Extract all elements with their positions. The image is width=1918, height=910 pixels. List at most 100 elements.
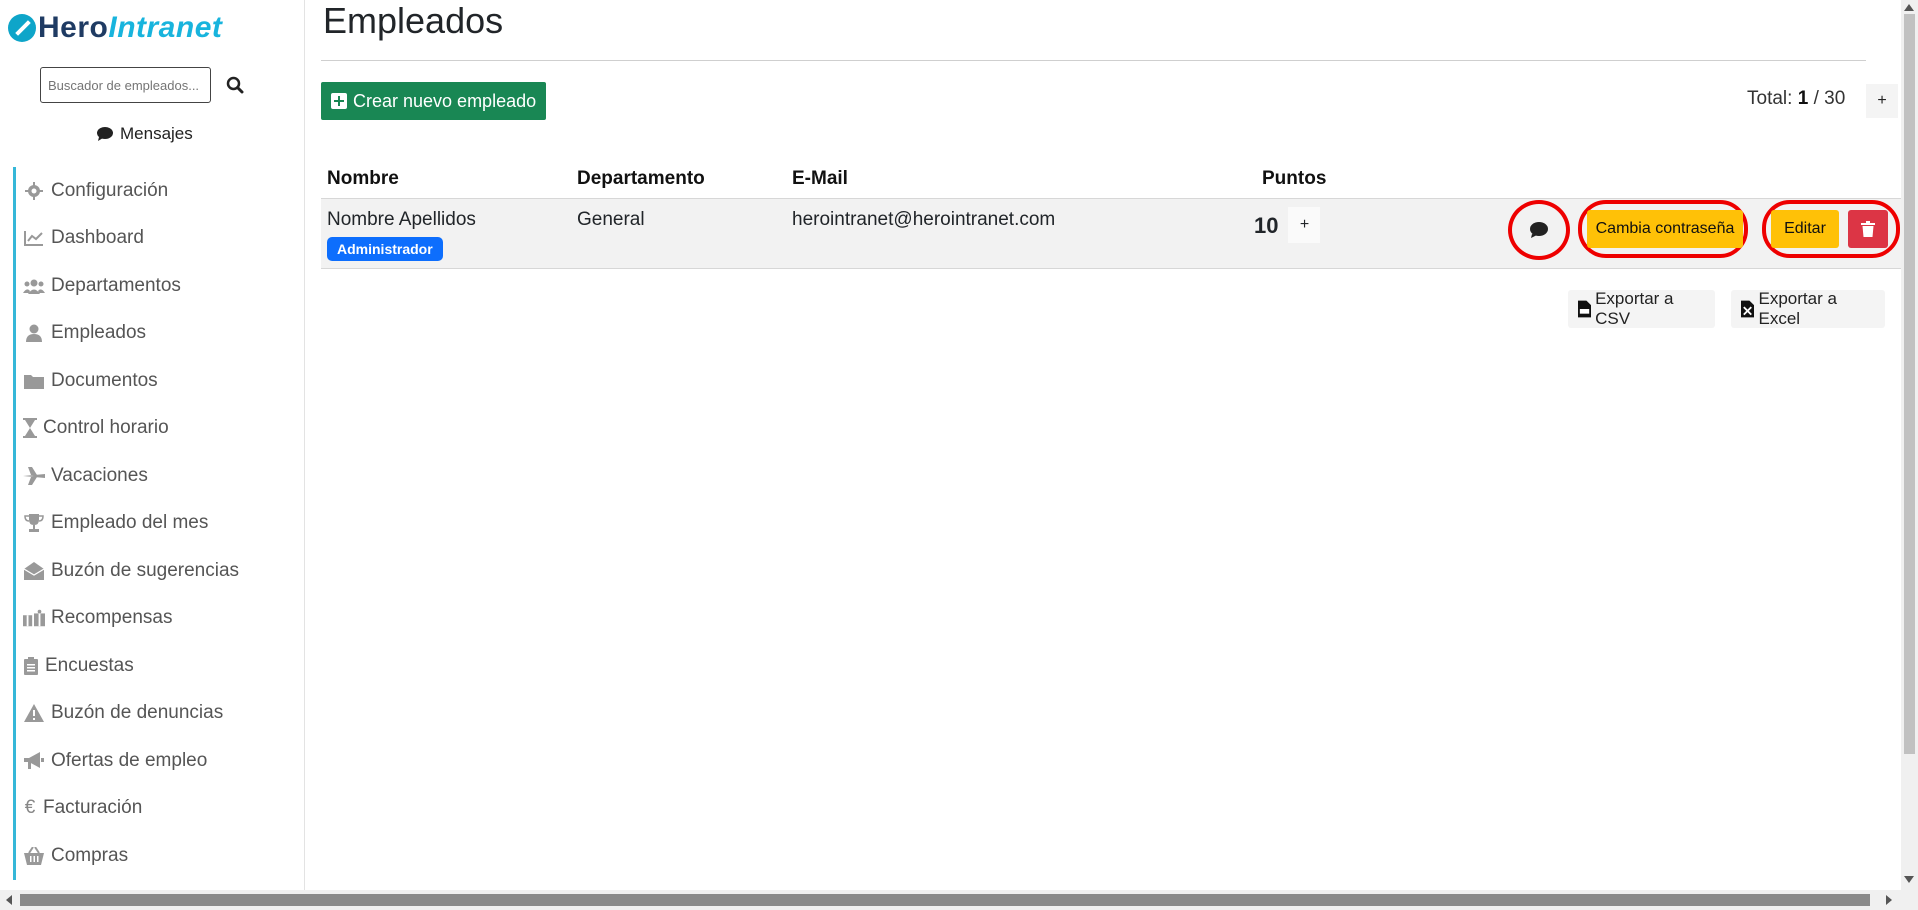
cell-name: Nombre Apellidos Administrador — [321, 198, 571, 269]
chat-bubble-icon — [1530, 222, 1548, 238]
create-employee-button[interactable]: Crear nuevo empleado — [321, 82, 547, 120]
employee-search — [40, 67, 253, 103]
sidebar-item-label: Encuestas — [45, 654, 134, 676]
create-employee-label: Crear nuevo empleado — [353, 90, 537, 111]
sidebar-item-vacaciones[interactable]: Vacaciones — [13, 452, 303, 500]
gear-icon — [23, 181, 45, 201]
trophy-icon — [23, 513, 45, 533]
sidebar-item-label: Dashboard — [51, 227, 144, 249]
scroll-right-icon[interactable] — [1886, 895, 1892, 905]
vertical-scrollbar[interactable] — [1901, 0, 1918, 890]
user-icon — [23, 323, 45, 343]
column-header-puntos: Puntos — [1256, 160, 1901, 199]
export-buttons: Exportar a CSV Exportar a Excel — [1568, 289, 1901, 328]
sidebar-item-control-horario[interactable]: Control horario — [13, 404, 303, 452]
sidebar-item-encuestas[interactable]: Encuestas — [13, 642, 303, 690]
export-csv-label: Exportar a CSV — [1595, 289, 1674, 328]
delete-button[interactable] — [1848, 210, 1888, 248]
sidebar-item-label: Departamentos — [51, 274, 181, 296]
total-current: 1 — [1797, 88, 1809, 109]
sidebar-item-label: Buzón de sugerencias — [51, 559, 240, 581]
sidebar-nav: Configuración Dashboard Departamentos Em… — [13, 167, 303, 880]
plus-square-icon — [331, 93, 347, 109]
messages-link[interactable]: Mensajes — [96, 124, 193, 144]
column-header-departamento: Departamento — [571, 160, 786, 199]
sidebar: Hero Intranet Mensajes — [0, 0, 305, 890]
sidebar-item-dashboard[interactable]: Dashboard — [13, 214, 303, 262]
envelope-open-icon — [23, 561, 45, 581]
sidebar-item-label: Empleado del mes — [51, 512, 209, 534]
megaphone-icon — [23, 751, 45, 771]
logo-text-intranet: Intranet — [108, 11, 223, 44]
search-button[interactable] — [217, 67, 253, 103]
sidebar-item-ofertas-empleo[interactable]: Ofertas de empleo — [13, 737, 303, 785]
scroll-down-icon[interactable] — [1904, 876, 1914, 883]
sidebar-item-configuracion[interactable]: Configuración — [13, 167, 303, 215]
table-header-row: Nombre Departamento E-Mail Puntos — [321, 160, 1901, 199]
plane-icon — [23, 466, 45, 486]
scroll-thumb[interactable] — [1904, 14, 1915, 754]
search-icon — [226, 76, 244, 94]
employee-name: Nombre Apellidos — [327, 208, 476, 230]
sidebar-item-label: Buzón de denuncias — [51, 702, 224, 724]
logo[interactable]: Hero Intranet — [8, 10, 222, 46]
warning-icon — [23, 703, 45, 723]
sidebar-item-label: Documentos — [51, 369, 158, 391]
horizontal-scrollbar[interactable] — [0, 890, 1918, 910]
cell-department: General — [571, 198, 786, 269]
employee-total: Total: 1 / 30 — [1747, 88, 1845, 110]
total-max: 30 — [1824, 88, 1846, 109]
clipboard-icon — [23, 656, 39, 676]
sidebar-item-label: Facturación — [43, 797, 143, 819]
total-separator: / — [1813, 88, 1819, 109]
gifts-icon — [23, 608, 45, 628]
sidebar-item-departamentos[interactable]: Departamentos — [13, 262, 303, 310]
sidebar-item-documentos[interactable]: Documentos — [13, 357, 303, 405]
sidebar-item-compras[interactable]: Compras — [13, 832, 303, 880]
euro-icon: € — [24, 797, 36, 819]
page-title: Empleados — [323, 0, 504, 41]
csv-file-icon — [1578, 300, 1592, 318]
hourglass-icon — [23, 418, 37, 439]
sidebar-item-recompensas[interactable]: Recompensas — [13, 594, 303, 642]
sidebar-item-label: Configuración — [51, 179, 169, 201]
app-window: Hero Intranet Mensajes — [0, 0, 1918, 910]
points-value: 10 — [1254, 212, 1279, 238]
column-header-nombre: Nombre — [321, 160, 571, 199]
chart-line-icon — [23, 228, 45, 248]
scroll-up-icon[interactable] — [1904, 4, 1914, 11]
scroll-left-icon[interactable] — [6, 895, 12, 905]
export-excel-button[interactable]: Exportar a Excel — [1731, 289, 1885, 328]
add-points-button[interactable]: + — [1288, 206, 1321, 243]
folder-icon — [23, 371, 45, 391]
trash-icon — [1861, 221, 1875, 237]
scroll-thumb[interactable] — [20, 894, 1870, 906]
title-divider — [321, 60, 1866, 61]
users-icon — [23, 276, 45, 296]
increase-limit-button[interactable]: + — [1866, 84, 1898, 118]
send-message-button[interactable] — [1508, 200, 1570, 260]
export-csv-button[interactable]: Exportar a CSV — [1568, 289, 1716, 328]
sidebar-item-label: Recompensas — [51, 607, 173, 629]
sidebar-item-label: Empleados — [51, 322, 147, 344]
employee-search-input[interactable] — [40, 67, 211, 103]
sidebar-item-facturacion[interactable]: € Facturación — [13, 784, 303, 832]
sidebar-item-empleado-del-mes[interactable]: Empleado del mes — [13, 499, 303, 547]
total-label: Total: — [1747, 88, 1793, 109]
sidebar-item-buzon-denuncias[interactable]: Buzón de denuncias — [13, 689, 303, 737]
main-content: Empleados Crear nuevo empleado Total: 1 … — [321, 0, 1901, 890]
sidebar-item-label: Control horario — [43, 417, 169, 439]
basket-icon — [23, 846, 45, 866]
sidebar-item-empleados[interactable]: Empleados — [13, 309, 303, 357]
chat-bubble-icon — [97, 127, 113, 141]
sidebar-item-buzon-sugerencias[interactable]: Buzón de sugerencias — [13, 547, 303, 595]
cell-email: herointranet@herointranet.com — [786, 198, 1256, 269]
sidebar-item-label: Vacaciones — [51, 464, 148, 486]
messages-label: Mensajes — [120, 124, 193, 143]
excel-file-icon — [1741, 300, 1755, 318]
change-password-button[interactable]: Cambia contraseña — [1587, 210, 1743, 248]
sidebar-item-label: Compras — [51, 844, 129, 866]
export-excel-label: Exportar a Excel — [1758, 289, 1837, 328]
sidebar-item-label: Ofertas de empleo — [51, 749, 208, 771]
edit-button[interactable]: Editar — [1771, 210, 1839, 248]
